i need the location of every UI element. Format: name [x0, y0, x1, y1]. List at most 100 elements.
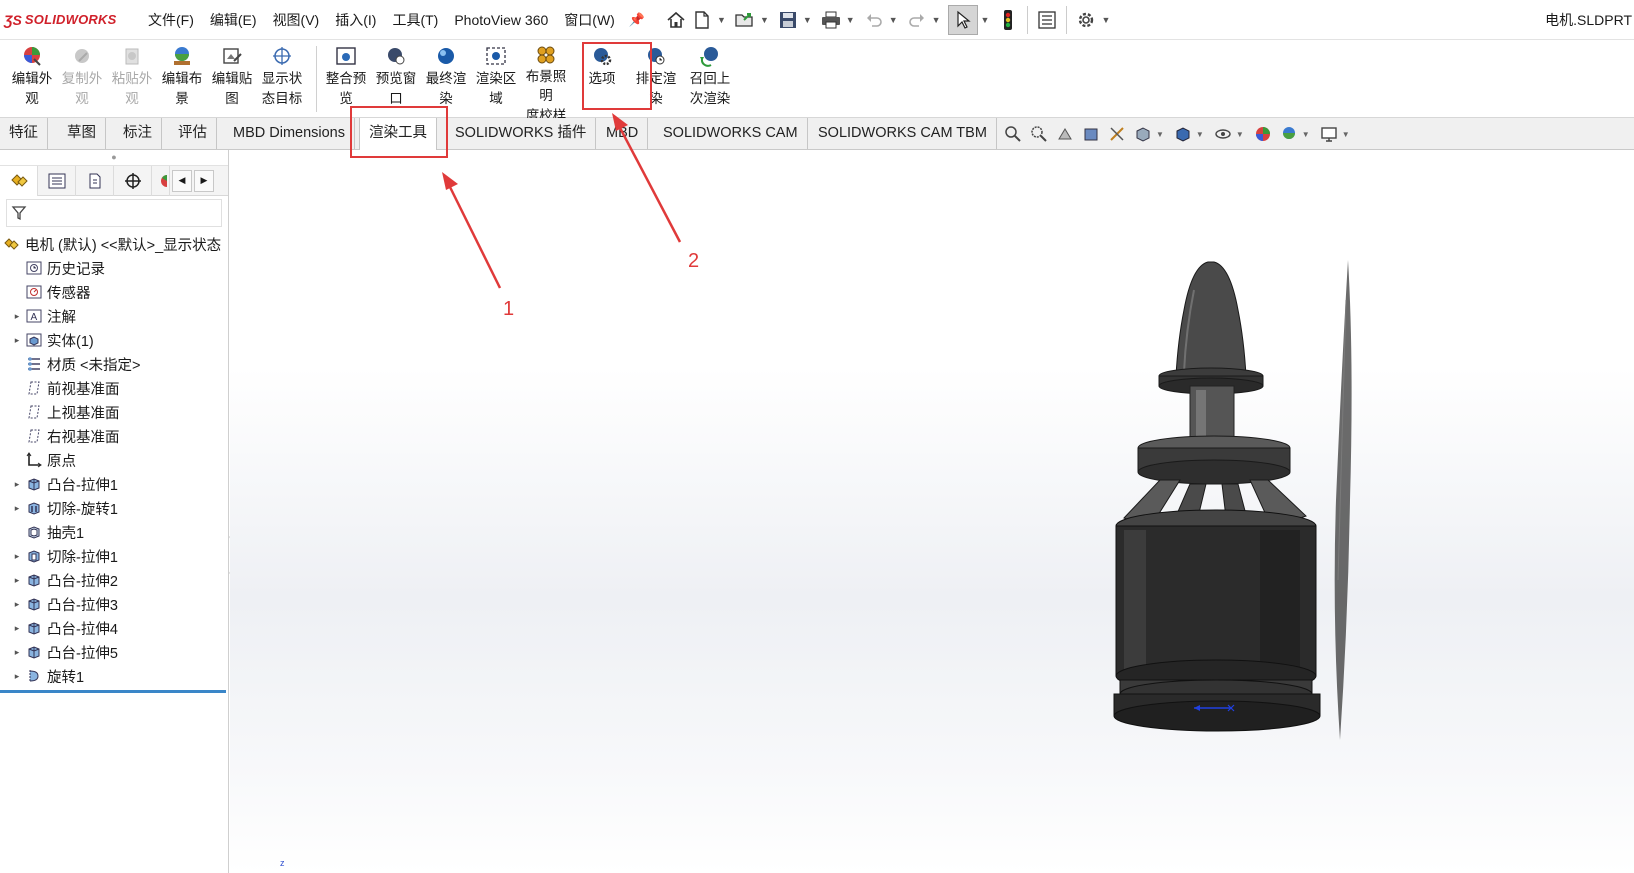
print-icon[interactable]: [819, 5, 843, 35]
new-dropdown-icon[interactable]: ▼: [717, 15, 726, 25]
view-orientation-dropdown-icon[interactable]: ▼: [1156, 130, 1164, 139]
copy-appearance-button[interactable]: 复制外 观: [58, 44, 106, 114]
dimxpert-manager-tab-icon[interactable]: [114, 165, 152, 196]
configuration-manager-tab-icon[interactable]: [76, 165, 114, 196]
section-view-icon[interactable]: [1080, 123, 1102, 145]
tab-solidworks-addins[interactable]: SOLIDWORKS 插件: [446, 118, 597, 149]
tree-item-right-plane[interactable]: 右视基准面: [0, 424, 228, 448]
tab-markup[interactable]: 标注: [114, 118, 162, 149]
tree-item-history[interactable]: 历史记录: [0, 256, 228, 280]
tree-item-revolve1[interactable]: ▸ 旋转1: [0, 664, 228, 688]
recall-last-render-button[interactable]: 召回上 次渲染: [686, 44, 734, 114]
pin-menu-icon[interactable]: 📌: [623, 12, 651, 28]
zoom-to-area-icon[interactable]: [1028, 123, 1050, 145]
menu-photoview[interactable]: PhotoView 360: [446, 0, 556, 40]
options-dropdown-icon[interactable]: ▼: [1101, 15, 1110, 25]
options-gear-icon[interactable]: [1074, 5, 1098, 35]
new-document-icon[interactable]: [690, 5, 714, 35]
tree-item-annotations[interactable]: ▸ A 注解: [0, 304, 228, 328]
print-dropdown-icon[interactable]: ▼: [846, 15, 855, 25]
menu-insert[interactable]: 插入(I): [327, 0, 384, 40]
zoom-to-fit-icon[interactable]: [1002, 123, 1024, 145]
edit-scene-button[interactable]: 编辑布 景: [158, 44, 206, 114]
scene-illumination-proof-button[interactable]: 布景照明 度校样: [522, 44, 570, 123]
motor-3d-model[interactable]: [1110, 260, 1470, 760]
panel-scroll-left-icon[interactable]: ◀: [172, 169, 192, 192]
hide-show-items-icon[interactable]: [1212, 123, 1234, 145]
apply-scene-dropdown-icon[interactable]: ▼: [1302, 130, 1310, 139]
tab-mbd-dimensions[interactable]: MBD Dimensions: [224, 118, 355, 149]
tree-item-top-plane[interactable]: 上视基准面: [0, 400, 228, 424]
solidworks-logo[interactable]: ƷS SOLIDWORKS: [4, 12, 140, 28]
redo-icon[interactable]: [905, 5, 929, 35]
tree-item-front-plane[interactable]: 前视基准面: [0, 376, 228, 400]
render-region-button[interactable]: 渲染区 域: [472, 44, 520, 114]
edit-appearance-view-icon[interactable]: [1252, 123, 1274, 145]
select-pointer-icon[interactable]: [947, 4, 978, 35]
open-folder-icon[interactable]: [733, 5, 757, 35]
tree-root-part[interactable]: 电机 (默认) <<默认>_显示状态: [0, 232, 228, 256]
display-style-dropdown-icon[interactable]: ▼: [1196, 130, 1204, 139]
tree-expand-arrow-icon[interactable]: ▸: [10, 503, 24, 514]
save-icon[interactable]: [776, 5, 800, 35]
paste-appearance-button[interactable]: 粘贴外 观: [108, 44, 156, 114]
view-settings-icon[interactable]: [1318, 123, 1340, 145]
tree-item-shell1[interactable]: 抽壳1: [0, 520, 228, 544]
hide-show-dropdown-icon[interactable]: ▼: [1236, 130, 1244, 139]
tree-expand-arrow-icon[interactable]: ▸: [10, 479, 24, 490]
tab-mbd[interactable]: MBD: [597, 118, 649, 149]
tree-item-boss-extrude1[interactable]: ▸ 凸台-拉伸1: [0, 472, 228, 496]
panel-grip[interactable]: ●: [0, 150, 228, 166]
apply-scene-icon[interactable]: [1278, 123, 1300, 145]
tree-expand-arrow-icon[interactable]: ▸: [10, 575, 24, 586]
edit-appearance-button[interactable]: 编辑外 观: [8, 44, 56, 114]
view-settings-dropdown-icon[interactable]: ▼: [1342, 130, 1350, 139]
save-dropdown-icon[interactable]: ▼: [803, 15, 812, 25]
menu-window[interactable]: 窗口(W): [556, 0, 623, 40]
rebuild-traffic-light-icon[interactable]: [996, 5, 1020, 35]
integrated-preview-button[interactable]: 整合预 览: [322, 44, 370, 114]
menu-view[interactable]: 视图(V): [265, 0, 328, 40]
tree-item-boss-extrude5[interactable]: ▸ 凸台-拉伸5: [0, 640, 228, 664]
tab-solidworks-cam[interactable]: SOLIDWORKS CAM: [654, 118, 808, 149]
tab-solidworks-cam-tbm[interactable]: SOLIDWORKS CAM TBM: [809, 118, 997, 149]
panel-scroll-right-icon[interactable]: ▶: [194, 169, 214, 192]
file-properties-icon[interactable]: [1035, 5, 1059, 35]
tree-item-boss-extrude4[interactable]: ▸ 凸台-拉伸4: [0, 616, 228, 640]
undo-dropdown-icon[interactable]: ▼: [889, 15, 898, 25]
preview-window-button[interactable]: 预览窗 口: [372, 44, 420, 114]
tree-item-cut-revolve1[interactable]: ▸ 切除-旋转1: [0, 496, 228, 520]
tree-item-boss-extrude3[interactable]: ▸ 凸台-拉伸3: [0, 592, 228, 616]
select-dropdown-icon[interactable]: ▼: [981, 15, 990, 25]
view-orientation-icon[interactable]: [1132, 123, 1154, 145]
open-dropdown-icon[interactable]: ▼: [760, 15, 769, 25]
display-manager-tab-icon[interactable]: [152, 165, 170, 196]
tree-item-sensors[interactable]: 传感器: [0, 280, 228, 304]
home-icon[interactable]: [664, 5, 688, 35]
display-state-target-button[interactable]: 显示状 态目标: [258, 44, 306, 114]
tab-sketch[interactable]: 草图: [58, 118, 106, 149]
tree-expand-arrow-icon[interactable]: ▸: [10, 623, 24, 634]
undo-icon[interactable]: [862, 5, 886, 35]
tab-evaluate[interactable]: 评估: [169, 118, 217, 149]
graphics-area[interactable]: z: [230, 150, 1634, 873]
feature-manager-tab-icon[interactable]: [0, 165, 38, 196]
menu-tools[interactable]: 工具(T): [384, 0, 446, 40]
tree-item-solid-bodies[interactable]: ▸ 实体(1): [0, 328, 228, 352]
tree-item-material[interactable]: 材质 <未指定>: [0, 352, 228, 376]
rollback-bar[interactable]: [0, 690, 226, 693]
tree-expand-arrow-icon[interactable]: ▸: [10, 647, 24, 658]
tab-features[interactable]: 特征: [0, 118, 48, 149]
edit-decal-button[interactable]: 编辑贴 图: [208, 44, 256, 114]
tree-item-cut-extrude1[interactable]: ▸ 切除-拉伸1: [0, 544, 228, 568]
tree-item-boss-extrude2[interactable]: ▸ 凸台-拉伸2: [0, 568, 228, 592]
property-manager-tab-icon[interactable]: [38, 165, 76, 196]
previous-view-icon[interactable]: [1054, 123, 1076, 145]
tree-expand-arrow-icon[interactable]: ▸: [10, 311, 24, 322]
tree-expand-arrow-icon[interactable]: ▸: [10, 335, 24, 346]
final-render-button[interactable]: 最终渲 染: [422, 44, 470, 114]
tree-expand-arrow-icon[interactable]: ▸: [10, 551, 24, 562]
display-style-icon[interactable]: [1172, 123, 1194, 145]
tree-expand-arrow-icon[interactable]: ▸: [10, 671, 24, 682]
tree-filter[interactable]: [6, 199, 222, 227]
